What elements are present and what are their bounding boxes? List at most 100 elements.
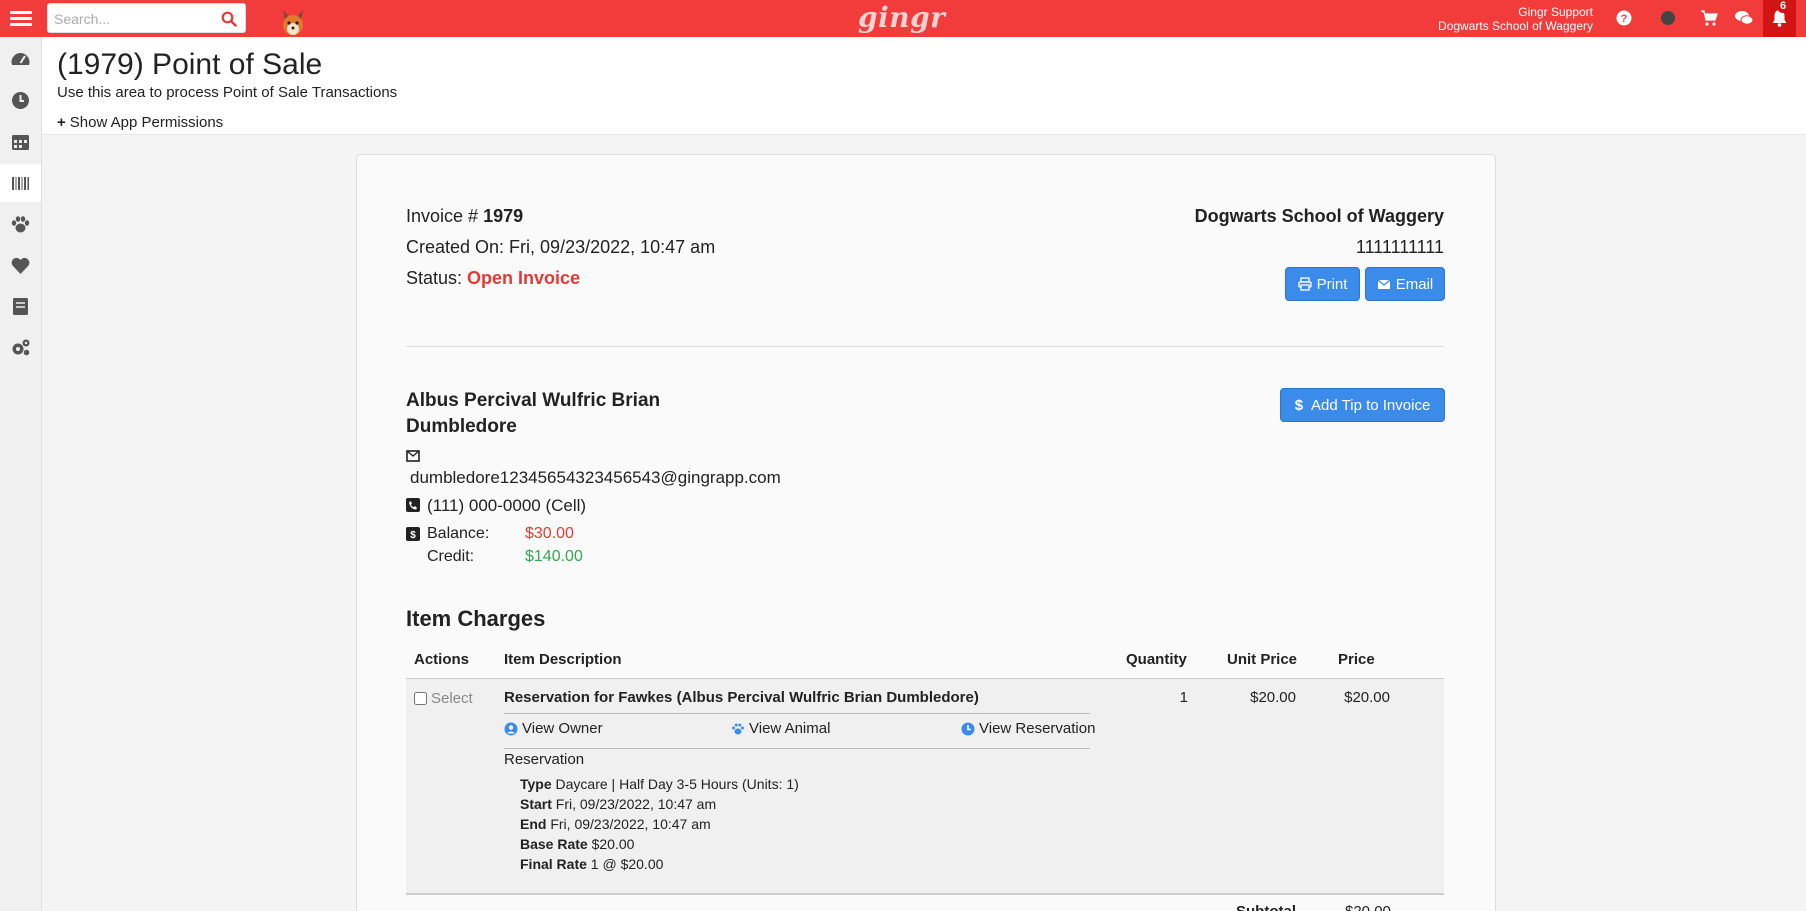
view-owner-link[interactable]: View Owner bbox=[504, 720, 603, 737]
item-links-top-divider bbox=[504, 713, 1090, 714]
user-name: Gingr Support bbox=[1518, 5, 1593, 19]
help-icon[interactable]: ? bbox=[1615, 9, 1633, 27]
invoice-number-label: Invoice # bbox=[406, 206, 479, 226]
gears-icon bbox=[12, 339, 30, 356]
invoice-divider bbox=[406, 346, 1444, 347]
chat-icon[interactable] bbox=[1734, 9, 1754, 27]
item-links-bottom-divider bbox=[504, 748, 1090, 749]
reservation-detail-final-rate: Final Rate 1 @ $20.00 bbox=[520, 856, 663, 872]
clock-icon bbox=[961, 722, 975, 735]
customer-email[interactable]: dumbledore12345654323456543@gingrapp.com bbox=[410, 468, 781, 488]
email-button[interactable]: Email bbox=[1365, 267, 1445, 301]
item-quantity: 1 bbox=[1179, 689, 1188, 706]
sidebar-item-settings[interactable] bbox=[0, 328, 41, 366]
reservation-label: Reservation bbox=[504, 751, 585, 768]
sidebar bbox=[0, 37, 42, 911]
email-button-label: Email bbox=[1395, 275, 1434, 293]
detail-key: Type bbox=[520, 776, 552, 792]
detail-key: Start bbox=[520, 796, 552, 812]
table-row-divider bbox=[406, 893, 1444, 895]
heart-icon bbox=[11, 257, 30, 274]
print-button[interactable]: Print bbox=[1285, 267, 1360, 301]
credit-value: $140.00 bbox=[525, 548, 583, 565]
add-tip-label: Add Tip to Invoice bbox=[1311, 396, 1431, 414]
row-select[interactable]: Select bbox=[414, 690, 473, 707]
customer-name[interactable]: Albus Percival Wulfric Brian Dumbledore bbox=[406, 388, 706, 440]
detail-key: Final Rate bbox=[520, 856, 587, 872]
envelope-icon bbox=[1377, 279, 1391, 289]
search-input[interactable] bbox=[54, 8, 214, 30]
invoice-number: Invoice # 1979 bbox=[406, 206, 523, 227]
row-select-checkbox[interactable] bbox=[414, 692, 427, 705]
paw-icon bbox=[11, 216, 30, 233]
customer-phone[interactable]: (111) 000-0000 (Cell) bbox=[427, 496, 586, 516]
phone-icon bbox=[406, 498, 420, 512]
search-box bbox=[47, 3, 246, 33]
detail-value: Daycare | Half Day 3-5 Hours (Units: 1) bbox=[555, 776, 799, 792]
status-badge: Open Invoice bbox=[467, 268, 581, 288]
top-bar: gingr Gingr Support Dogwarts School of W… bbox=[0, 0, 1806, 37]
notification-count-badge: 6 bbox=[1777, 0, 1790, 13]
menu-icon[interactable] bbox=[10, 8, 32, 28]
detail-value: Fri, 09/23/2022, 10:47 am bbox=[550, 816, 711, 832]
customer-name-line2: Dumbledore bbox=[406, 416, 517, 437]
show-app-permissions-link[interactable]: + Show App Permissions bbox=[57, 114, 223, 131]
print-icon bbox=[1297, 277, 1312, 291]
reservation-detail-start: Start Fri, 09/23/2022, 10:47 am bbox=[520, 796, 716, 812]
balance-value: $30.00 bbox=[525, 525, 574, 542]
paw-icon bbox=[732, 723, 744, 734]
invoice-created-on: Created On: Fri, 09/23/2022, 10:47 am bbox=[406, 237, 716, 257]
business-phone: 1111111111 bbox=[1355, 237, 1444, 257]
invoice-status: Status: Open Invoice bbox=[406, 268, 580, 289]
sidebar-item-reports[interactable] bbox=[0, 287, 41, 325]
reservation-detail-type: Type Daycare | Half Day 3-5 Hours (Units… bbox=[520, 776, 799, 792]
money-icon: $ bbox=[406, 527, 420, 541]
cart-icon[interactable] bbox=[1700, 9, 1718, 27]
row-select-label: Select bbox=[431, 690, 473, 707]
sidebar-item-dashboard[interactable] bbox=[0, 39, 41, 77]
svg-text:?: ? bbox=[1621, 13, 1628, 25]
barcode-icon bbox=[12, 177, 29, 190]
view-owner-label: View Owner bbox=[522, 720, 603, 737]
plus-icon: + bbox=[57, 114, 66, 131]
user-circle-icon bbox=[504, 722, 518, 735]
view-reservation-link[interactable]: View Reservation bbox=[961, 720, 1095, 737]
status-indicator-icon[interactable] bbox=[1659, 9, 1677, 27]
item-price: $20.00 bbox=[1344, 689, 1390, 706]
view-reservation-label: View Reservation bbox=[979, 720, 1096, 737]
clock-icon bbox=[12, 92, 29, 109]
detail-value: 1 @ $20.00 bbox=[590, 856, 664, 872]
dollar-icon: $ bbox=[1294, 396, 1304, 414]
user-account[interactable]: Gingr Support Dogwarts School of Waggery bbox=[1438, 5, 1593, 33]
column-header-unit-price: Unit Price bbox=[1227, 651, 1298, 668]
invoice-number-value: 1979 bbox=[483, 206, 524, 226]
page-subtitle: Use this area to process Point of Sale T… bbox=[57, 84, 398, 101]
page-title: (1979) Point of Sale bbox=[57, 48, 323, 81]
credit-label: Credit: bbox=[427, 548, 475, 565]
sidebar-item-favorites[interactable] bbox=[0, 246, 41, 284]
item-unit-price: $20.00 bbox=[1250, 689, 1296, 706]
detail-value: Fri, 09/23/2022, 10:47 am bbox=[555, 796, 717, 812]
add-tip-button[interactable]: $ Add Tip to Invoice bbox=[1280, 388, 1445, 422]
gingr-logo[interactable]: gingr bbox=[858, 1, 945, 34]
business-name: Dogwarts School of Waggery bbox=[1194, 206, 1444, 226]
sidebar-item-history[interactable] bbox=[0, 81, 41, 119]
search-icon[interactable] bbox=[221, 11, 237, 27]
status-label: Status: bbox=[406, 268, 463, 288]
column-header-quantity: Quantity bbox=[1126, 651, 1187, 668]
detail-value: $20.00 bbox=[591, 836, 635, 852]
item-description: Reservation for Fawkes (Albus Percival W… bbox=[504, 689, 979, 706]
column-header-description: Item Description bbox=[504, 651, 622, 668]
item-charges-title: Item Charges bbox=[406, 606, 546, 631]
subtotal-value: $20.00 bbox=[1345, 903, 1391, 911]
envelope-icon bbox=[406, 450, 420, 462]
svg-text:$: $ bbox=[410, 530, 416, 541]
detail-key: Base Rate bbox=[520, 836, 588, 852]
sidebar-item-animals[interactable] bbox=[0, 205, 41, 243]
dashboard-icon bbox=[11, 53, 30, 65]
view-animal-link[interactable]: View Animal bbox=[731, 720, 830, 737]
balance-label: Balance: bbox=[427, 525, 490, 542]
sidebar-item-point-of-sale[interactable] bbox=[0, 164, 41, 202]
sidebar-item-calendar[interactable] bbox=[0, 122, 41, 160]
permissions-link-label: Show App Permissions bbox=[69, 114, 224, 131]
